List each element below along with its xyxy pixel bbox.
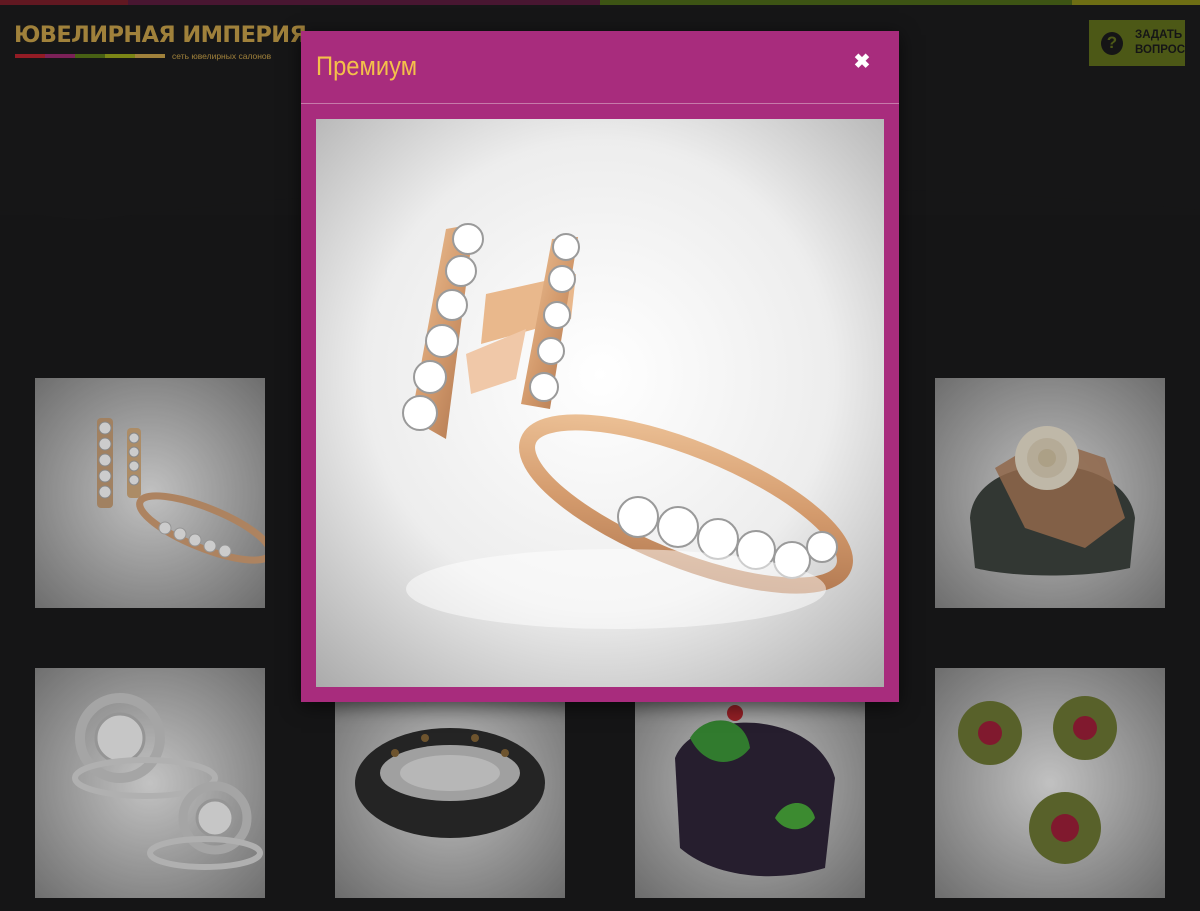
modal-header: Премиум ✖ (301, 31, 899, 104)
image-modal: Премиум ✖ (301, 31, 899, 702)
modal-title: Премиум (316, 51, 418, 81)
earrings-ring-image (316, 119, 884, 687)
modal-image-earrings-ring (316, 119, 884, 687)
close-icon[interactable]: ✖ (849, 49, 875, 75)
